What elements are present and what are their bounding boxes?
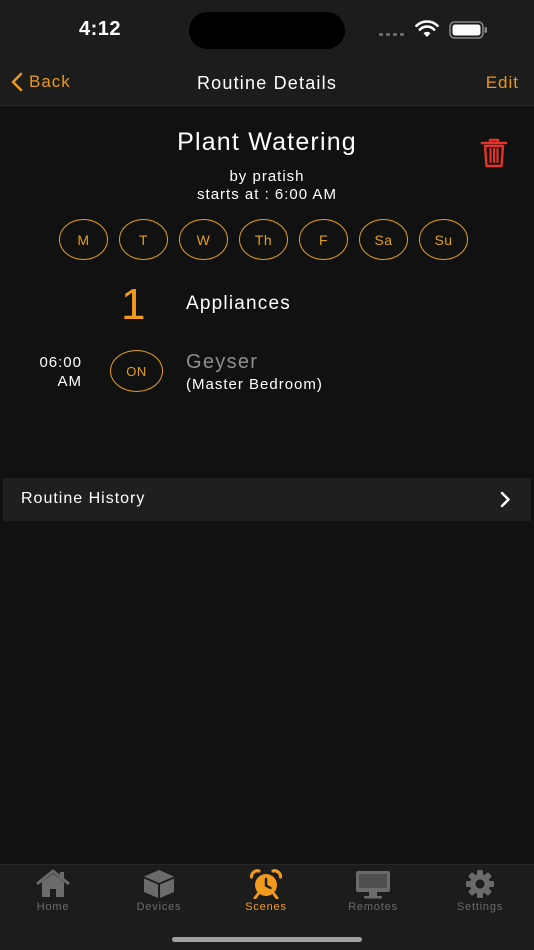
alarm-clock-icon [249,869,283,899]
cellular-signal-icon [379,33,404,36]
tab-home-label: Home [36,901,70,913]
day-saturday[interactable]: Sa [359,219,408,260]
gear-icon [466,870,494,898]
day-thursday[interactable]: Th [239,219,288,260]
navigation-bar: Back Routine Details Edit [0,60,534,106]
edit-button[interactable]: Edit [486,73,519,93]
appliance-count: 1 [121,280,146,329]
weekday-selector: M T W Th F Sa Su [59,219,468,260]
appliance-room: (Master Bedroom) [186,376,323,393]
appliances-heading: Appliances [186,293,291,314]
appliance-state-toggle[interactable]: ON [110,350,163,392]
appliance-name: Geyser [186,351,259,373]
day-sunday[interactable]: Su [419,219,468,260]
routine-history-row[interactable]: Routine History [3,478,531,521]
day-friday[interactable]: F [299,219,348,260]
wifi-icon [415,20,439,37]
routine-details-screen: 4:12 Back Routine Details Edit Plant Wat… [0,0,534,950]
day-wednesday[interactable]: W [179,219,228,260]
cube-icon [144,870,174,898]
appliance-schedule-time: 06:00 AM [20,353,82,391]
battery-icon [449,21,487,39]
tab-home[interactable]: Home [0,867,106,913]
schedule-time-ampm: AM [57,373,82,390]
day-monday[interactable]: M [59,219,108,260]
home-icon [36,869,70,897]
page-title: Routine Details [196,73,338,93]
tab-remotes-label: Remotes [348,901,398,913]
status-bar: 4:12 [0,0,534,60]
trash-icon[interactable] [480,138,508,168]
status-time: 4:12 [79,18,122,40]
tab-scenes-label: Scenes [245,901,287,913]
schedule-time-hm: 06:00 [39,354,82,371]
routine-author: by pratish [229,168,305,185]
chevron-right-icon [500,491,510,508]
tab-settings[interactable]: Settings [427,867,533,913]
monitor-icon [356,871,390,899]
routine-start-time: starts at : 6:00 AM [197,186,337,203]
routine-history-label: Routine History [21,490,146,507]
home-indicator[interactable] [172,937,362,942]
dynamic-island [189,12,345,49]
day-tuesday[interactable]: T [119,219,168,260]
tab-scenes[interactable]: Scenes [213,867,319,913]
routine-name: Plant Watering [177,128,357,156]
tab-remotes[interactable]: Remotes [320,867,426,913]
tab-devices-label: Devices [136,901,182,913]
tab-devices[interactable]: Devices [106,867,212,913]
tab-settings-label: Settings [456,901,504,913]
